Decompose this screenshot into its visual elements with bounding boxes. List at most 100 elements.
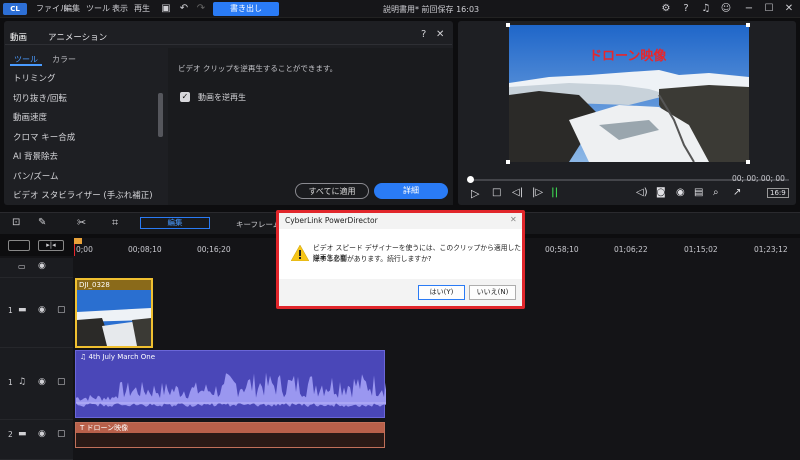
tool-crop-rotate[interactable]: 切り抜き/回転 (13, 92, 67, 104)
track-header-audio-1: 1 ♫ ◉ ▢ (0, 348, 73, 420)
redo-icon[interactable]: ↷ (195, 3, 207, 15)
tool-list: トリミング 切り抜き/回転 動画速度 クロマ キー合成 AI 背景除去 パン/ズ… (4, 67, 162, 203)
dialog-close-icon[interactable]: ✕ (510, 215, 517, 224)
tool-ai-bg-remove[interactable]: AI 背景除去 (13, 150, 58, 162)
scrubber-handle[interactable] (467, 176, 474, 183)
yes-button[interactable]: はい(Y) (418, 285, 465, 300)
play-icon[interactable]: ▷ (471, 187, 479, 200)
track-header-video-1: 1 ▬ ◉ ▢ (0, 278, 73, 348)
menu-tools[interactable]: ツール (86, 3, 110, 14)
settings-icon[interactable]: ⚙ (660, 3, 672, 15)
prev-frame-icon[interactable]: ◁| (512, 187, 523, 198)
resize-handle[interactable] (746, 23, 750, 27)
video-track-icon: ▬ (18, 305, 27, 315)
resize-handle[interactable] (746, 160, 750, 164)
tab-animation[interactable]: アニメーション (48, 31, 107, 43)
aspect-ratio[interactable]: 16:9 (767, 188, 789, 198)
no-button[interactable]: いいえ(N) (469, 285, 516, 300)
stop-icon[interactable]: □ (492, 187, 501, 198)
pen-icon[interactable]: ✎ (38, 217, 46, 228)
save-icon[interactable]: ▣ (160, 3, 172, 15)
next-frame-icon[interactable]: |▷ (532, 187, 543, 198)
track-header-top: ▭ ◉ (0, 258, 73, 278)
track-lock-all-icon[interactable]: ▭ (18, 262, 26, 271)
visibility-icon[interactable]: ◉ (38, 429, 46, 439)
warning-icon (291, 245, 309, 261)
maximize-icon[interactable]: ☐ (763, 3, 775, 15)
record-icon[interactable]: ◉ (676, 187, 685, 198)
tool-chroma-key[interactable]: クロマ キー合成 (13, 131, 75, 143)
resize-handle[interactable] (506, 23, 510, 27)
tool-stabilizer[interactable]: ビデオ スタビライザー (手ぶれ補正) (13, 189, 153, 201)
ruler-tick: 00;16;20 (197, 245, 231, 254)
subtab-underline (10, 64, 42, 66)
app-logo: CL (3, 3, 27, 15)
audio-clip[interactable]: ♫ 4th July March One (75, 350, 386, 418)
help-icon[interactable]: ? (680, 3, 692, 15)
lock-icon[interactable]: ▢ (57, 305, 66, 315)
panel-close-icon[interactable]: ✕ (436, 29, 444, 40)
keyframe-button[interactable]: キーフレーム (236, 219, 280, 230)
tool-trim[interactable]: トリミング (13, 72, 56, 84)
scissors-icon[interactable]: ✂ (77, 216, 86, 229)
visibility-icon[interactable]: ◉ (38, 377, 46, 387)
tab-video[interactable]: 動画 (10, 31, 27, 43)
account-icon[interactable]: ☺ (720, 3, 732, 15)
track-visible-all-icon[interactable]: ◉ (38, 261, 46, 271)
ruler-tick: 00;08;10 (128, 245, 162, 254)
track-number: 1 (8, 378, 13, 387)
confirm-dialog: CyberLink PowerDirector ✕ ビデオ スピード デザイナー… (276, 210, 525, 309)
volume-icon[interactable]: ◁) (636, 187, 648, 198)
detail-button[interactable]: 詳細 (374, 183, 448, 199)
snapshot-icon[interactable]: ◙ (656, 187, 666, 198)
ruler-tick: 00;58;10 (545, 245, 579, 254)
panel-help-icon[interactable]: ? (421, 29, 426, 40)
apply-all-button[interactable]: すべてに適用 (295, 183, 369, 199)
visibility-icon[interactable]: ◉ (38, 305, 46, 315)
reverse-checkbox[interactable]: ✓ (180, 92, 190, 102)
export-button[interactable]: 書き出し (213, 2, 279, 16)
video-clip-name: DJI_0328 (77, 280, 151, 290)
close-window-icon[interactable]: ✕ (783, 3, 795, 15)
lock-icon[interactable]: ▢ (57, 377, 66, 387)
ruler-tick: 01;23;12 (754, 245, 788, 254)
track-manager-icon[interactable] (8, 240, 30, 251)
menu-edit[interactable]: 編集 (64, 3, 80, 14)
undock-icon[interactable]: ↗ (733, 187, 741, 198)
video-track-icon: ▬ (18, 429, 27, 439)
zoom-icon[interactable]: ⌕ (713, 187, 719, 198)
tool-video-speed[interactable]: 動画速度 (13, 111, 47, 123)
subtitle-icon[interactable]: ▤ (694, 187, 703, 198)
menu-view[interactable]: 表示 (112, 3, 128, 14)
preview-video: ドローン映像 (509, 25, 749, 162)
subtab-color[interactable]: カラー (52, 54, 76, 65)
tool-pan-zoom[interactable]: パン/ズーム (13, 170, 59, 182)
notification-icon[interactable]: ♫ (700, 3, 712, 15)
reverse-label: 動画を逆再生 (198, 93, 246, 102)
title-clip[interactable]: T ドローン映像 (75, 422, 385, 448)
audio-clip-name: ♫ 4th July March One (80, 353, 156, 361)
menu-play[interactable]: 再生 (134, 3, 150, 14)
edit-button[interactable]: 編集 (140, 217, 210, 229)
video-clip[interactable]: DJI_0328 (75, 278, 153, 348)
resize-handle[interactable] (506, 160, 510, 164)
timecode: 00; 00; 00; 00 (732, 174, 785, 183)
video-clip-thumbnail (77, 290, 151, 346)
title-bar: CL ファイル 編集 ツール 表示 再生 ▣ ↶ ↷ 書き出し 説明書用* 前回… (0, 0, 800, 18)
lock-icon[interactable]: ▢ (57, 429, 66, 439)
title-overlay: ドローン映像 (589, 49, 667, 64)
tool-list-scrollbar[interactable] (158, 93, 163, 137)
track-number: 2 (8, 430, 13, 439)
pause-green-icon[interactable]: || (551, 187, 558, 198)
fit-timeline-icon[interactable]: ▸|◂ (38, 240, 64, 251)
tab-divider (5, 44, 452, 45)
title-clip-name: T ドローン映像 (76, 423, 384, 433)
project-status: 説明書用* 前回保存 16:03 (383, 5, 480, 14)
import-icon[interactable]: ⊡ (12, 217, 20, 228)
ruler-tick: 0;00 (76, 245, 93, 254)
crop-icon[interactable]: ⌗ (112, 216, 118, 230)
minimize-icon[interactable]: − (743, 3, 755, 15)
undo-icon[interactable]: ↶ (178, 3, 190, 15)
track-header-video-2: 2 ▬ ◉ ▢ (0, 420, 73, 460)
playhead-marker[interactable] (74, 238, 82, 244)
